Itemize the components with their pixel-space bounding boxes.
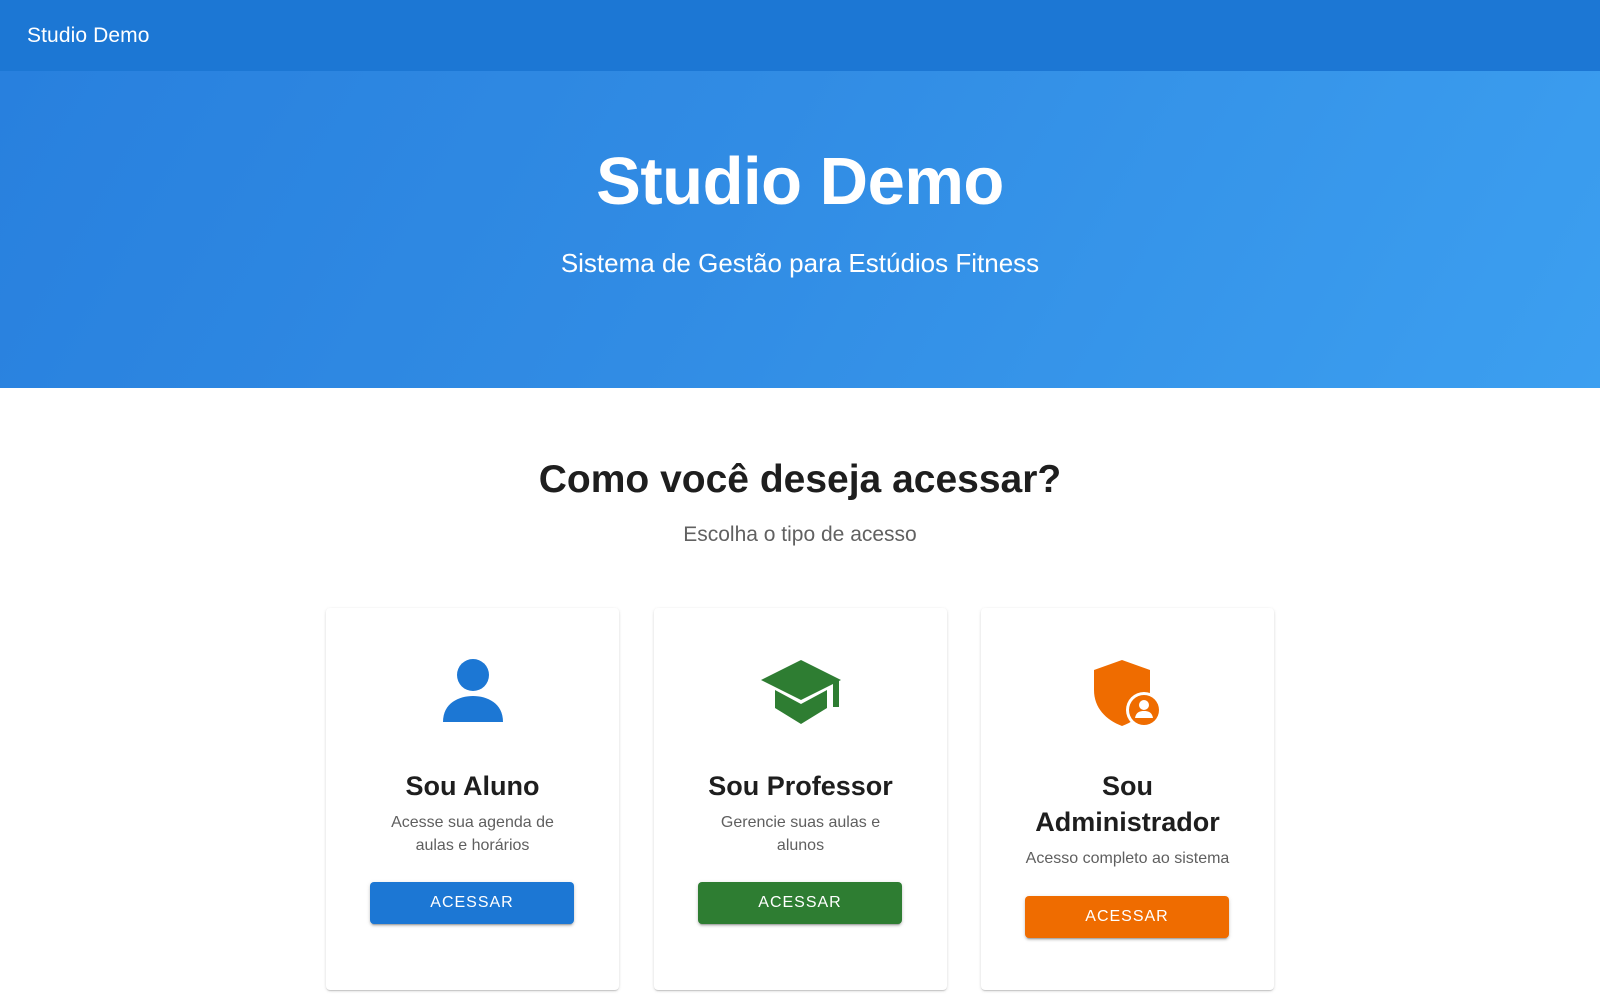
student-card-title: Sou Aluno (405, 771, 540, 801)
student-access-button[interactable]: ACESSAR (370, 882, 574, 924)
teacher-card-title: Sou Professor (708, 771, 893, 801)
hero-banner: Studio Demo Sistema de Gestão para Estúd… (0, 71, 1600, 388)
teacher-card: Sou Professor Gerencie suas aulas e alun… (654, 608, 947, 990)
hero-subtitle: Sistema de Gestão para Estúdios Fitness (560, 248, 1040, 278)
graduation-cap-icon (654, 658, 947, 738)
student-card-description: Acesse sua agenda de aulas e horários (391, 814, 554, 854)
teacher-card-description: Gerencie suas aulas e alunos (720, 814, 881, 854)
access-subtitle: Escolha o tipo de acesso (683, 523, 917, 546)
admin-shield-icon (981, 658, 1274, 738)
app-bar: Studio Demo (0, 0, 1600, 71)
admin-card: Sou Administrador Acesso completo ao sis… (981, 608, 1274, 990)
access-title: Como você deseja acessar? (538, 458, 1062, 501)
person-icon (326, 658, 619, 738)
student-card: Sou Aluno Acesse sua agenda de aulas e h… (326, 608, 619, 990)
admin-card-description: Acesso completo ao sistema (1025, 850, 1230, 867)
app-title[interactable]: Studio Demo (27, 24, 150, 48)
teacher-access-button[interactable]: ACESSAR (698, 882, 902, 924)
hero-title: Studio Demo (596, 144, 1004, 219)
admin-card-title: Sou Administrador (1035, 771, 1220, 837)
admin-access-button[interactable]: ACESSAR (1025, 896, 1229, 938)
